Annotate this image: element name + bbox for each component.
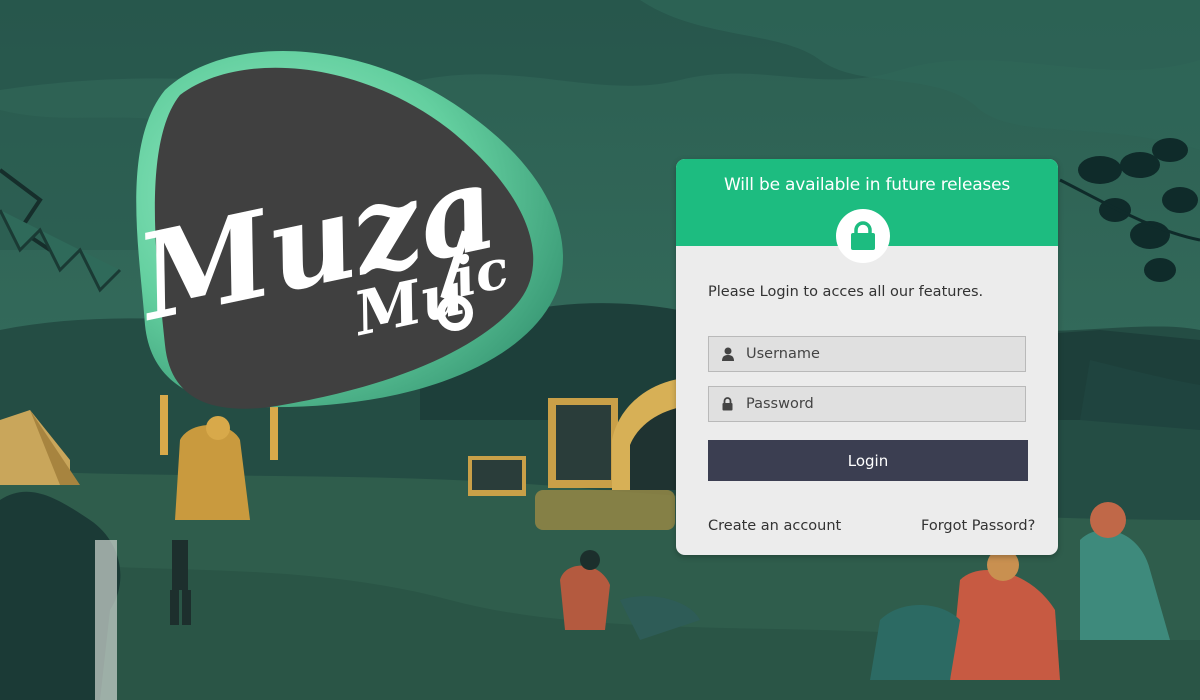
login-button[interactable]: Login — [708, 440, 1028, 481]
muza-music-logo[interactable]: Muza Mu ic — [110, 35, 580, 420]
login-intro-text: Please Login to acces all our features. — [708, 284, 984, 300]
password-input[interactable] — [746, 387, 1016, 421]
forgot-password-link[interactable]: Forgot Passord? — [921, 518, 1035, 534]
login-card: Will be available in future releases Ple… — [676, 159, 1058, 555]
card-header-title: Will be available in future releases — [723, 175, 1011, 195]
lock-icon — [851, 221, 875, 250]
password-field — [708, 386, 1026, 422]
create-account-link[interactable]: Create an account — [708, 518, 841, 534]
lock-icon — [722, 397, 733, 411]
username-field — [708, 336, 1026, 372]
lock-badge — [836, 209, 890, 263]
username-input[interactable] — [746, 337, 1016, 371]
user-icon — [722, 347, 734, 361]
